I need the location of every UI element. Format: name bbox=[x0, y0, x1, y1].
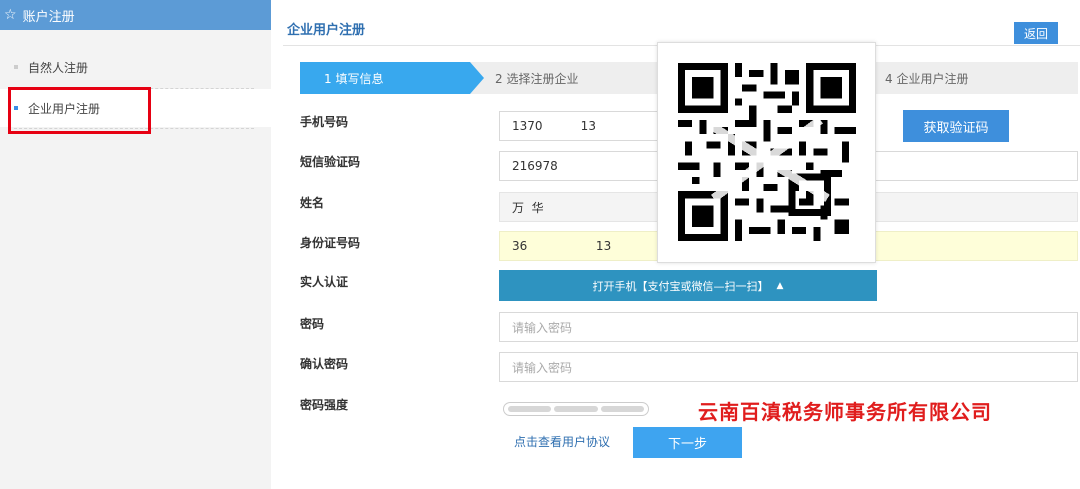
real-name-label: 实人认证 bbox=[300, 275, 349, 289]
sidebar-header-label: 账户注册 bbox=[22, 9, 75, 25]
phone-input[interactable]: 1370 13 bbox=[499, 111, 669, 141]
id-card-label: 身份证号码 bbox=[300, 236, 361, 250]
step-fill-info: 1 填写信息 bbox=[300, 62, 470, 94]
company-watermark: 云南百滇税务师事务所有限公司 bbox=[698, 400, 992, 424]
sidebar-header: ☆ 账户注册 bbox=[0, 0, 271, 30]
password-input[interactable]: 请输入密码 bbox=[499, 312, 1078, 342]
real-name-verify-button[interactable]: 打开手机【支付宝或微信—扫一扫】 ▲ bbox=[499, 270, 877, 301]
highlight-box bbox=[8, 87, 151, 134]
id-card-value: 36 13 bbox=[512, 239, 612, 253]
confirm-password-placeholder: 请输入密码 bbox=[512, 360, 573, 375]
step-arrow bbox=[470, 62, 484, 94]
strength-segment bbox=[600, 406, 644, 412]
name-value: 万 华 bbox=[512, 200, 544, 215]
step-label: 1 填写信息 bbox=[324, 71, 384, 86]
verify-button-label: 打开手机【支付宝或微信—扫一扫】 bbox=[592, 279, 769, 293]
star-icon: ☆ bbox=[4, 7, 17, 23]
password-label: 密码 bbox=[300, 317, 325, 331]
strength-segment bbox=[554, 406, 598, 412]
sidebar-item-label: 自然人注册 bbox=[28, 60, 89, 75]
caret-up-icon: ▲ bbox=[776, 280, 784, 291]
sidebar: ☆ 账户注册 自然人注册 企业用户注册 bbox=[0, 0, 271, 489]
back-button[interactable]: 返回 bbox=[1014, 22, 1058, 44]
name-label: 姓名 bbox=[300, 196, 325, 210]
bullet-icon bbox=[14, 65, 18, 69]
phone-value: 1370 13 bbox=[512, 119, 596, 133]
step-label: 2 选择注册企业 bbox=[495, 71, 579, 86]
page-title: 企业用户注册 bbox=[287, 23, 366, 38]
sms-code-label: 短信验证码 bbox=[300, 155, 361, 169]
password-placeholder: 请输入密码 bbox=[512, 320, 573, 335]
confirm-password-label: 确认密码 bbox=[300, 357, 349, 371]
step-select-enterprise: 2 选择注册企业 bbox=[495, 62, 578, 94]
qr-code-popup bbox=[657, 42, 876, 263]
step-enterprise-register: 4 企业用户注册 bbox=[885, 62, 968, 94]
user-agreement-link[interactable]: 点击查看用户协议 bbox=[514, 433, 610, 450]
next-step-button[interactable]: 下一步 bbox=[633, 427, 742, 458]
strength-label: 密码强度 bbox=[300, 398, 349, 412]
confirm-password-input[interactable]: 请输入密码 bbox=[499, 352, 1078, 382]
phone-label: 手机号码 bbox=[300, 115, 349, 129]
password-strength-meter bbox=[503, 402, 649, 416]
sidebar-item-natural-person[interactable]: 自然人注册 bbox=[0, 48, 271, 86]
step-label: 4 企业用户注册 bbox=[885, 71, 969, 86]
sms-code-value: 216978 bbox=[512, 159, 558, 173]
get-code-button[interactable]: 获取验证码 bbox=[903, 110, 1009, 142]
qr-code-image bbox=[678, 63, 856, 241]
strength-segment bbox=[508, 406, 552, 412]
